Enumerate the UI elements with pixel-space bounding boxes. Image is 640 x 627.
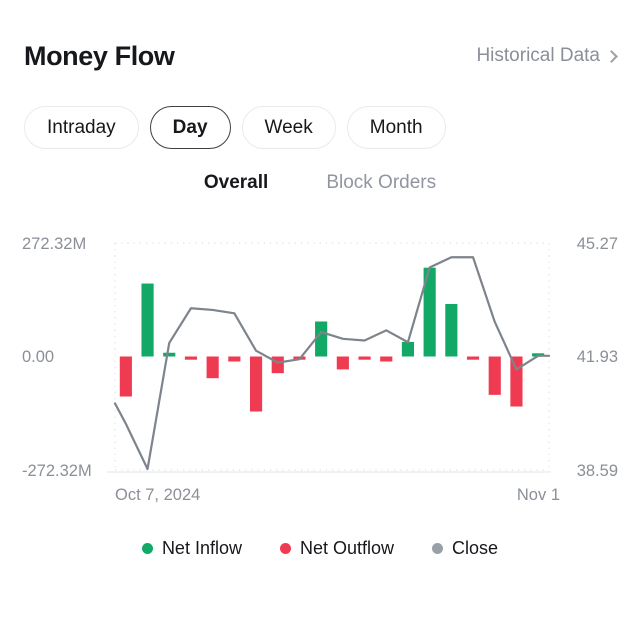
- chart-bar: [466, 356, 480, 360]
- legend-item-net-inflow[interactable]: Net Inflow: [141, 538, 242, 559]
- range-tab-week[interactable]: Week: [241, 106, 336, 149]
- range-tab-intraday[interactable]: Intraday: [24, 106, 139, 149]
- money-flow-chart[interactable]: 272.32M 0.00 -272.32M 45.27 41.93 38.59 …: [0, 228, 640, 518]
- historical-data-label: Historical Data: [476, 45, 600, 66]
- range-tab-day[interactable]: Day: [149, 106, 231, 149]
- chart-bar: [380, 356, 393, 362]
- chart-bar: [206, 356, 219, 379]
- chart-bars: [119, 267, 545, 412]
- chart-bar: [271, 356, 284, 374]
- chart-bar: [336, 356, 349, 370]
- page-title: Money Flow: [24, 40, 175, 71]
- legend-dot-red: [279, 543, 291, 554]
- legend-item-close[interactable]: Close: [432, 538, 498, 559]
- card-header: Money Flow Historical Data: [0, 32, 640, 80]
- chart-legend: Net Inflow Net Outflow Close: [0, 538, 640, 559]
- range-tab-month[interactable]: Month: [346, 106, 446, 149]
- range-tab-group: Intraday Day Week Month: [24, 106, 446, 149]
- legend-item-net-outflow[interactable]: Net Outflow: [279, 538, 395, 559]
- chart-bar: [401, 341, 415, 357]
- legend-label-net-outflow: Net Outflow: [299, 538, 395, 558]
- chart-bar: [488, 356, 501, 395]
- historical-data-link[interactable]: Historical Data: [476, 45, 618, 67]
- chart-bar: [141, 283, 154, 357]
- close-price-line: [113, 256, 551, 471]
- legend-dot-gray: [432, 543, 444, 554]
- tab-overall[interactable]: Overall: [204, 172, 268, 194]
- chart-bar: [358, 356, 371, 360]
- chart-bar: [228, 356, 241, 362]
- chart-bar: [184, 356, 198, 360]
- legend-label-net-inflow: Net Inflow: [161, 538, 242, 558]
- chart-bar: [163, 352, 176, 357]
- chart-plot-area: [107, 242, 551, 473]
- tab-block-orders[interactable]: Block Orders: [326, 172, 436, 194]
- chevron-right-icon: [605, 49, 618, 63]
- legend-label-close: Close: [452, 538, 499, 558]
- chart-bar: [119, 356, 132, 397]
- chart-bar: [510, 356, 523, 407]
- legend-dot-green: [141, 543, 153, 554]
- chart-bar: [249, 356, 263, 412]
- chart-bar: [445, 303, 458, 357]
- sub-tab-group: Overall Block Orders: [0, 172, 640, 194]
- money-flow-card: Money Flow Historical Data Intraday Day …: [0, 0, 640, 627]
- chart-gridlines: [114, 242, 550, 471]
